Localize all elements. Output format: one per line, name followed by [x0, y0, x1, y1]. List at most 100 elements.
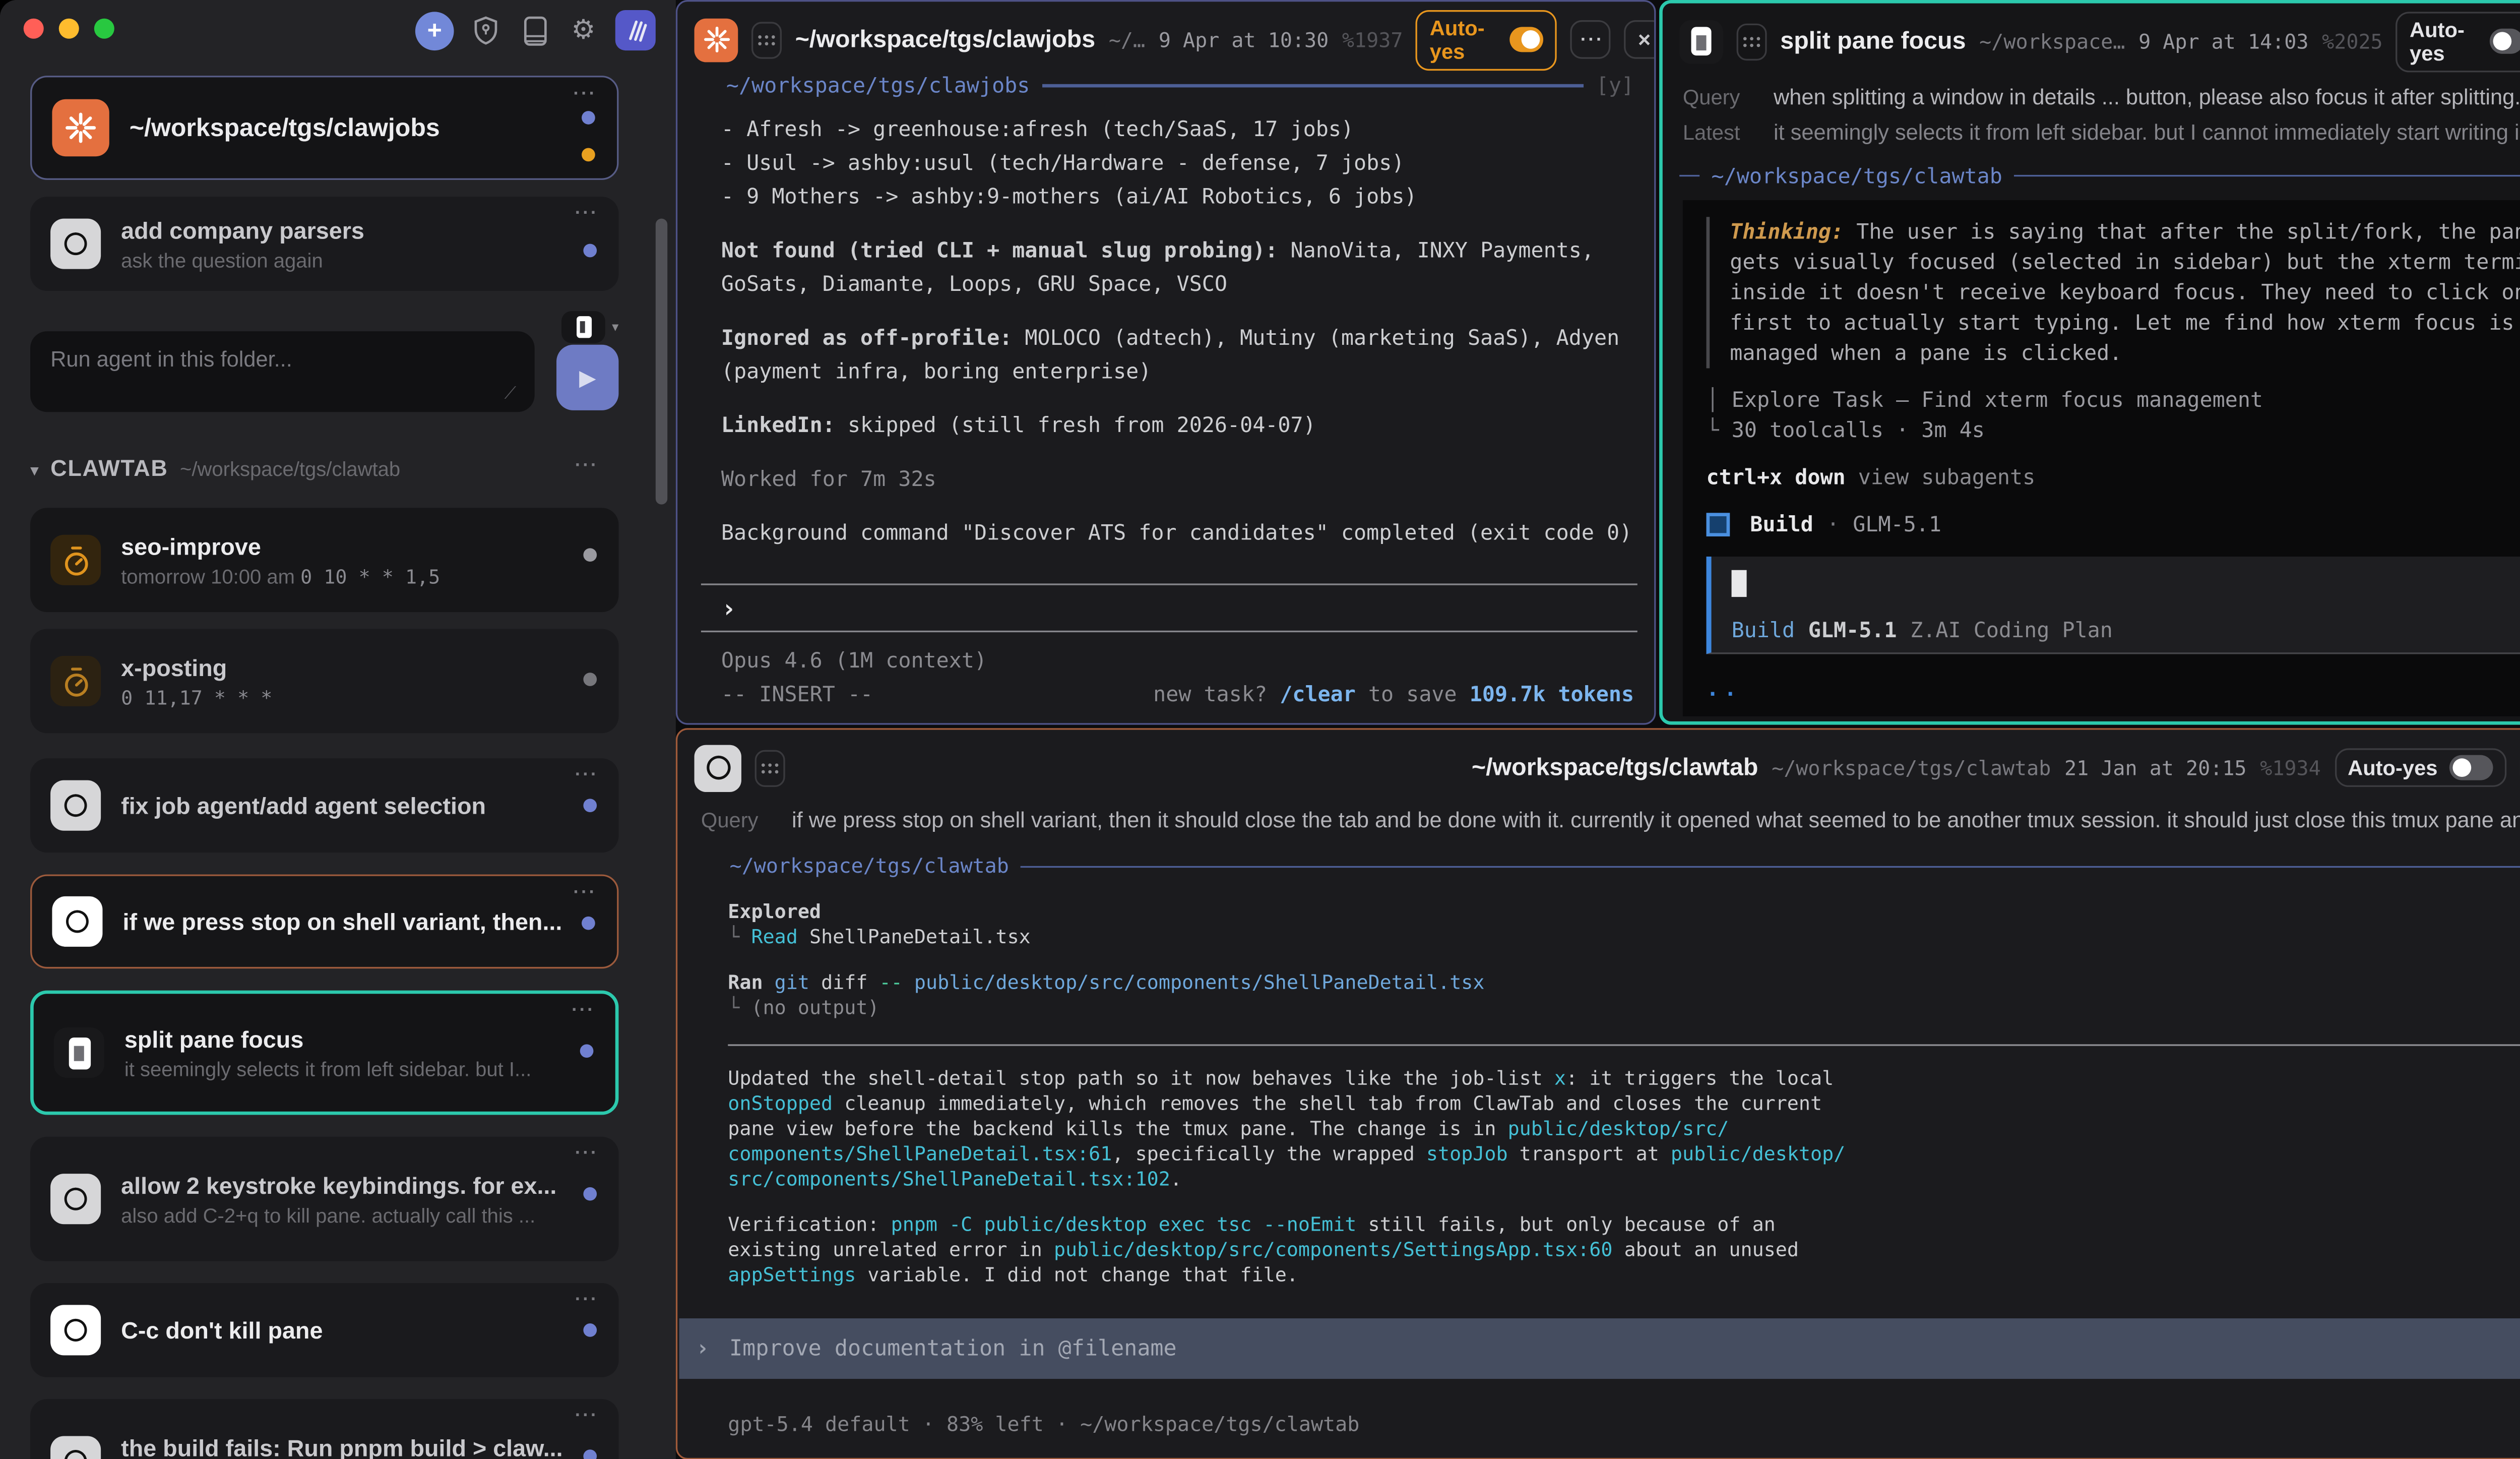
shell-prompt[interactable]: ›	[721, 593, 1637, 624]
suggestion-input-row[interactable]: › Improve documentation in @filename	[679, 1318, 2520, 1379]
sidebar-item-x-posting[interactable]: x-posting 0 11,17 * * *	[30, 629, 618, 733]
terminal-pane-icon	[1679, 19, 1723, 63]
sidebar-item-seo-improve[interactable]: seo-improve tomorrow 10:00 am 0 10 * * 1…	[30, 508, 618, 612]
pane-session-id: %1934	[2260, 756, 2320, 779]
subagent-row[interactable]: Build · GLM-5.1	[1707, 510, 2520, 540]
chevron-down-icon[interactable]: ▾	[30, 462, 39, 481]
model-label: Opus 4.6 (1M context)	[721, 646, 1637, 676]
ran-block: ●Ran git diff -- public/desktop/src/comp…	[728, 970, 2520, 1021]
card-menu-button[interactable]: ···	[575, 1406, 599, 1426]
agent-name: Build	[1750, 510, 1813, 540]
card-menu-button[interactable]: ···	[575, 1290, 599, 1310]
text-segment: Updated the shell-detail stop path so it…	[728, 1066, 1554, 1090]
pane-path: ~/workspace/tgs/clawtab	[1772, 756, 2051, 779]
text-segment: : it triggers the local	[1566, 1066, 1834, 1090]
sidebar-item-build-fails[interactable]: ··· the build fails: Run pnpm build > cl…	[30, 1399, 618, 1459]
auto-yes-label: Auto-yes	[1430, 16, 1498, 63]
query-row: Query if we press stop on shell variant,…	[677, 804, 2520, 832]
keybind-text: view subagents	[1846, 464, 2036, 490]
device-icon[interactable]	[518, 12, 551, 48]
card-menu-button[interactable]: ···	[573, 883, 597, 903]
branch-glyph: └	[728, 925, 751, 949]
pane-title: ~/workspace/tgs/clawjobs	[795, 26, 1095, 53]
pane-clawtab[interactable]: ~/workspace/tgs/clawtab ~/workspace/tgs/…	[676, 728, 2520, 1459]
section-menu-button[interactable]: ···	[575, 456, 599, 476]
task-title: x-posting	[121, 653, 568, 680]
chatgpt-icon	[50, 1305, 101, 1355]
resize-handle-icon[interactable]: ⟋	[505, 385, 516, 404]
tool-name: Read	[751, 925, 797, 949]
pane-date: 9 Apr at 14:03	[2138, 29, 2308, 53]
file-name: ShellPaneDetail.tsx	[798, 925, 1031, 949]
auto-yes-toggle[interactable]: Auto-yes	[2334, 748, 2506, 787]
pane-menu-button[interactable]: ···	[1570, 20, 1611, 59]
agent-mode-button[interactable]	[561, 311, 605, 343]
sidebar-item-split-pane-focus[interactable]: ··· split pane focus it seemingly select…	[30, 991, 618, 1115]
sidebar-item-cc-dont-kill-pane[interactable]: ··· C-c don't kill pane	[30, 1283, 618, 1377]
latest-row: Latest it seemingly selects it from left…	[1663, 112, 2520, 148]
task-subtitle: also add C-2+q to kill pane. actually ca…	[121, 1203, 568, 1227]
latest-label: Latest	[1683, 121, 1753, 145]
sidebar-item-fix-job-agent[interactable]: ··· fix job agent/add agent selection	[30, 758, 618, 853]
terminal-line: - Usul -> ashby:usul (tech/Hardware - de…	[721, 146, 1634, 180]
sidebar-item-clawjobs-workspace[interactable]: ··· ~/workspace/tgs/clawjobs	[30, 76, 618, 180]
sidebar-list: ··· ~/workspace/tgs/clawjobs ··· add com…	[30, 60, 618, 1459]
toggle-knob	[1510, 27, 1543, 52]
pane-close-button[interactable]: ×	[1624, 20, 1656, 59]
subtask-stats: 30 toolcalls · 3m 4s	[1719, 417, 1985, 442]
task-cron: 0 10 * * 1,5	[300, 564, 440, 588]
drag-handle[interactable]	[751, 21, 782, 58]
branch-glyph: └	[728, 996, 751, 1019]
send-button[interactable]: ▶	[556, 345, 618, 410]
titlebar: + ⚙	[0, 0, 676, 60]
text-segment: diff	[821, 970, 879, 994]
pane-header: ~/workspace/tgs/clawtab ~/workspace/tgs/…	[677, 730, 2520, 804]
close-window-button[interactable]	[24, 19, 44, 39]
auto-yes-toggle[interactable]: Auto-yes	[2396, 11, 2520, 72]
run-agent-input[interactable]	[30, 331, 535, 412]
claude-icon	[695, 18, 738, 62]
gear-icon[interactable]: ⚙	[566, 12, 600, 48]
sidebar-item-add-company-parsers[interactable]: ··· add company parsers ask the question…	[30, 197, 618, 291]
shield-icon[interactable]	[469, 12, 503, 48]
query-row: Query when splitting a window in details…	[1663, 77, 2520, 112]
latest-text: it seemingly selects it from left sideba…	[1774, 119, 2520, 145]
minimize-window-button[interactable]	[59, 19, 79, 39]
task-title: if we press stop on shell variant, then.…	[122, 908, 566, 935]
card-menu-button[interactable]: ···	[572, 1001, 595, 1021]
pane-date: 9 Apr at 10:30	[1159, 28, 1329, 51]
timer-icon	[50, 656, 101, 706]
status-dot-blue	[583, 1323, 597, 1337]
sidebar-scrollbar[interactable]	[656, 219, 667, 505]
text-segment: about an unused	[1612, 1238, 1799, 1261]
card-menu-button[interactable]: ···	[575, 204, 599, 224]
drag-handle[interactable]	[1737, 23, 1767, 59]
sidebar-item-if-we-press-stop[interactable]: ··· if we press stop on shell variant, t…	[30, 874, 618, 968]
text-segment: public/desktop/src/components/SettingsAp…	[1054, 1238, 1613, 1261]
zoom-window-button[interactable]	[94, 19, 114, 39]
section-name: CLAWTAB	[50, 456, 168, 481]
pane-header: ~/workspace/tgs/clawjobs ~/… 9 Apr at 10…	[677, 2, 1654, 76]
separator-dot: ·	[1826, 510, 1839, 540]
pane-clawjobs[interactable]: ~/workspace/tgs/clawjobs ~/… 9 Apr at 10…	[676, 0, 1656, 725]
task-title: allow 2 keystroke keybindings. for ex...	[121, 1171, 568, 1198]
result-line: ●Background command "Discover ATS for ca…	[721, 516, 1634, 550]
divider	[701, 583, 1637, 585]
card-menu-button[interactable]: ···	[573, 84, 597, 104]
terminal-paragraph: Ignored as off-profile: MOLOCO (adtech),…	[721, 321, 1634, 388]
card-menu-button[interactable]: ···	[575, 1143, 599, 1164]
new-agent-button[interactable]: +	[415, 11, 454, 50]
card-menu-button[interactable]: ···	[575, 765, 599, 785]
drag-handle[interactable]	[755, 749, 785, 786]
session-path: ~/workspace/tgs/clawjobs	[726, 69, 1030, 103]
app-logo-button[interactable]	[615, 10, 656, 50]
status-dot-blue	[580, 1044, 594, 1058]
sidebar-item-allow-2-keystroke[interactable]: ··· allow 2 keystroke keybindings. for e…	[30, 1137, 618, 1261]
chevron-down-icon[interactable]: ▾	[612, 320, 618, 335]
auto-yes-toggle[interactable]: Auto-yes	[1416, 9, 1557, 70]
insert-mode-label: -- INSERT --	[721, 680, 873, 710]
text-segment: public/desktop/src/components/ShellPaneD…	[914, 970, 1485, 994]
agent-input-box[interactable]: BuildGLM-5.1Z.AI Coding Plan	[1707, 557, 2520, 654]
pane-split-pane-focus[interactable]: split pane focus ~/workspace… 9 Apr at 1…	[1659, 0, 2520, 725]
section-header-clawtab[interactable]: ▾ CLAWTAB ~/workspace/tgs/clawtab ···	[30, 456, 618, 486]
